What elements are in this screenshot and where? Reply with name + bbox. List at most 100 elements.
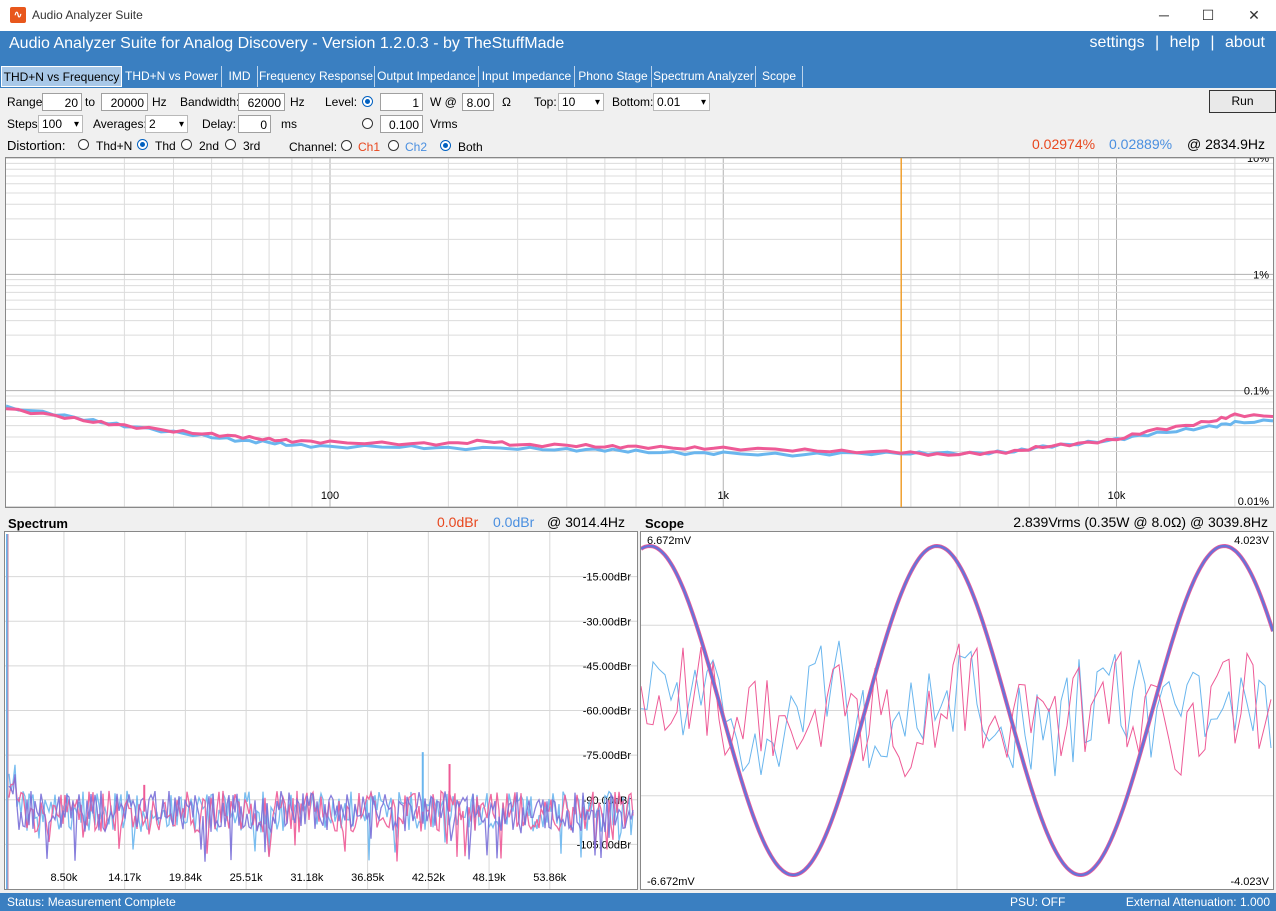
scope-chart[interactable]: 6.672mV -6.672mV 4.023V -4.023V xyxy=(640,531,1274,890)
maximize-icon[interactable]: ☐ xyxy=(1188,4,1228,26)
tab-thdn-vs-power[interactable]: THD+N vs Power xyxy=(122,66,222,87)
minimize-icon[interactable]: ─ xyxy=(1144,4,1184,26)
tab-frequency-response[interactable]: Frequency Response xyxy=(258,66,375,87)
steps-select[interactable]: 100 xyxy=(38,115,83,133)
both-channels-radio[interactable] xyxy=(440,140,451,151)
tab-output-impedance[interactable]: Output Impedance xyxy=(375,66,479,87)
tab-imd[interactable]: IMD xyxy=(222,66,258,87)
y-tick-label: -45.00dBr xyxy=(583,661,632,673)
thd-vs-frequency-chart[interactable]: 100 1k 10k 10% 1% 0.1% 0.01% xyxy=(5,157,1274,508)
x-tick-label: 14.17k xyxy=(108,872,142,884)
tab-spectrum-analyzer[interactable]: Spectrum Analyzer xyxy=(652,66,756,87)
link-separator: | xyxy=(1155,34,1160,51)
tab-input-impedance[interactable]: Input Impedance xyxy=(479,66,575,87)
scope-readout: 2.839Vrms (0.35W @ 8.0Ω) @ 3039.8Hz xyxy=(1013,514,1268,530)
run-button[interactable]: Run xyxy=(1209,90,1276,113)
x-tick-label: 42.52k xyxy=(412,872,446,884)
spectrum-panel: Spectrum 0.0dBr 0.0dBr @ 3014.4Hz -15.00… xyxy=(4,512,638,890)
ch1-thd-readout: 0.02974% xyxy=(1032,136,1096,152)
close-icon[interactable]: ✕ xyxy=(1234,4,1274,26)
help-link[interactable]: help xyxy=(1170,34,1200,51)
y-tick-label: -105.00dBr xyxy=(577,839,632,851)
app-banner: Audio Analyzer Suite for Analog Discover… xyxy=(0,31,1276,65)
channel-label: Channel: xyxy=(289,140,338,154)
2nd-harmonic-radio[interactable] xyxy=(181,139,192,150)
x-tick-label: 31.18k xyxy=(290,872,324,884)
y-tick-label: 1% xyxy=(1253,269,1269,281)
to-label: to xyxy=(85,95,96,109)
top-label: Top: xyxy=(534,95,557,109)
ohm-label: Ω xyxy=(502,95,511,109)
x-tick-label: 1k xyxy=(717,490,729,502)
psu-status: PSU: OFF xyxy=(1010,895,1066,909)
ch1-radio[interactable] xyxy=(341,140,352,151)
delay-input[interactable]: 0 xyxy=(238,115,271,133)
app-icon: ∿ xyxy=(10,7,26,23)
ch2-radio[interactable] xyxy=(388,140,399,151)
averages-label: Averages: xyxy=(93,117,147,131)
level-watts-radio[interactable] xyxy=(362,96,373,107)
y-tick-label: -15.00dBr xyxy=(583,572,632,584)
delay-label: Delay: xyxy=(202,117,237,131)
level-vrms-input[interactable]: 0.100 xyxy=(380,115,423,133)
y-tick-label: 0.1% xyxy=(1244,386,1269,398)
status-text: Status: Measurement Complete xyxy=(7,895,176,909)
title-bar: ∿ Audio Analyzer Suite ─ ☐ ✕ xyxy=(0,0,1276,32)
right-axis-top-label: 4.023V xyxy=(1234,535,1270,547)
tab-thdn-vs-frequency[interactable]: THD+N vs Frequency xyxy=(1,66,122,87)
right-axis-bottom-label: -4.023V xyxy=(1230,876,1269,888)
scope-panel: Scope 2.839Vrms (0.35W @ 8.0Ω) @ 3039.8H… xyxy=(640,512,1274,890)
thdn-radio[interactable] xyxy=(78,139,89,150)
3rd-harmonic-label: 3rd xyxy=(243,139,261,153)
delay-unit: ms xyxy=(281,117,297,131)
link-separator: | xyxy=(1210,34,1215,51)
tab-phono-stage[interactable]: Phono Stage xyxy=(575,66,652,87)
tab-scope[interactable]: Scope xyxy=(756,66,803,87)
range-from-input[interactable]: 20 xyxy=(42,93,82,111)
left-axis-bottom-label: -6.672mV xyxy=(647,876,695,888)
load-ohms-input[interactable]: 8.00 xyxy=(462,93,494,111)
y-tick-label: -30.00dBr xyxy=(583,616,632,628)
both-channels-label: Both xyxy=(458,140,483,154)
level-watts-input[interactable]: 1 xyxy=(380,93,423,111)
range-unit: Hz xyxy=(152,95,167,109)
thd-label: Thd xyxy=(155,139,176,153)
range-to-input[interactable]: 20000 xyxy=(101,93,148,111)
spectrum-title: Spectrum xyxy=(8,516,68,531)
y-tick-label: -60.00dBr xyxy=(583,706,632,718)
x-tick-label: 10k xyxy=(1108,490,1126,502)
3rd-harmonic-radio[interactable] xyxy=(225,139,236,150)
bandwidth-unit: Hz xyxy=(290,95,305,109)
bottom-select[interactable]: 0.01 xyxy=(653,93,710,111)
thdn-label: Thd+N xyxy=(96,139,133,153)
spectrum-freq-readout: @ 3014.4Hz xyxy=(547,514,626,530)
cursor-frequency-readout: @ 2834.9Hz xyxy=(1187,136,1266,152)
x-tick-label: 100 xyxy=(321,490,339,502)
x-tick-label: 36.85k xyxy=(351,872,385,884)
spectrum-plot: -15.00dBr -30.00dBr -45.00dBr -60.00dBr -75.… xyxy=(5,532,637,889)
status-bar: Status: Measurement Complete PSU: OFF Ex… xyxy=(0,893,1276,911)
ch2-label: Ch2 xyxy=(405,140,428,154)
scope-plot: 6.672mV-6.672mV4.023V-4.023V xyxy=(641,532,1273,889)
top-select[interactable]: 10 xyxy=(558,93,604,111)
ch1-thd-line xyxy=(6,407,1273,457)
banner-title: Audio Analyzer Suite for Analog Discover… xyxy=(9,35,565,52)
level-label: Level: xyxy=(325,95,358,109)
spectrum-chart[interactable]: -15.00dBr -30.00dBr -45.00dBr -60.00dBr -75.… xyxy=(4,531,638,890)
bottom-label: Bottom: xyxy=(612,95,654,109)
x-tick-label: 25.51k xyxy=(230,872,264,884)
settings-link[interactable]: settings xyxy=(1089,34,1144,51)
thd-plot: 100 1k 10k 10% 1% 0.1% 0.01% xyxy=(6,158,1273,507)
averages-select[interactable]: 2 xyxy=(145,115,188,133)
ch2-thd-line xyxy=(6,404,1273,458)
attenuation-status: External Attenuation: 1.000 xyxy=(1125,895,1270,909)
bandwidth-input[interactable]: 62000 xyxy=(238,93,285,111)
ch1-label: Ch1 xyxy=(358,140,381,154)
x-tick-label: 19.84k xyxy=(169,872,203,884)
bandwidth-label: Bandwidth: xyxy=(180,95,240,109)
range-label: Range: xyxy=(7,95,46,109)
level-vrms-radio[interactable] xyxy=(362,118,373,129)
thd-radio[interactable] xyxy=(137,139,148,150)
x-tick-label: 8.50k xyxy=(50,872,77,884)
about-link[interactable]: about xyxy=(1225,34,1265,51)
